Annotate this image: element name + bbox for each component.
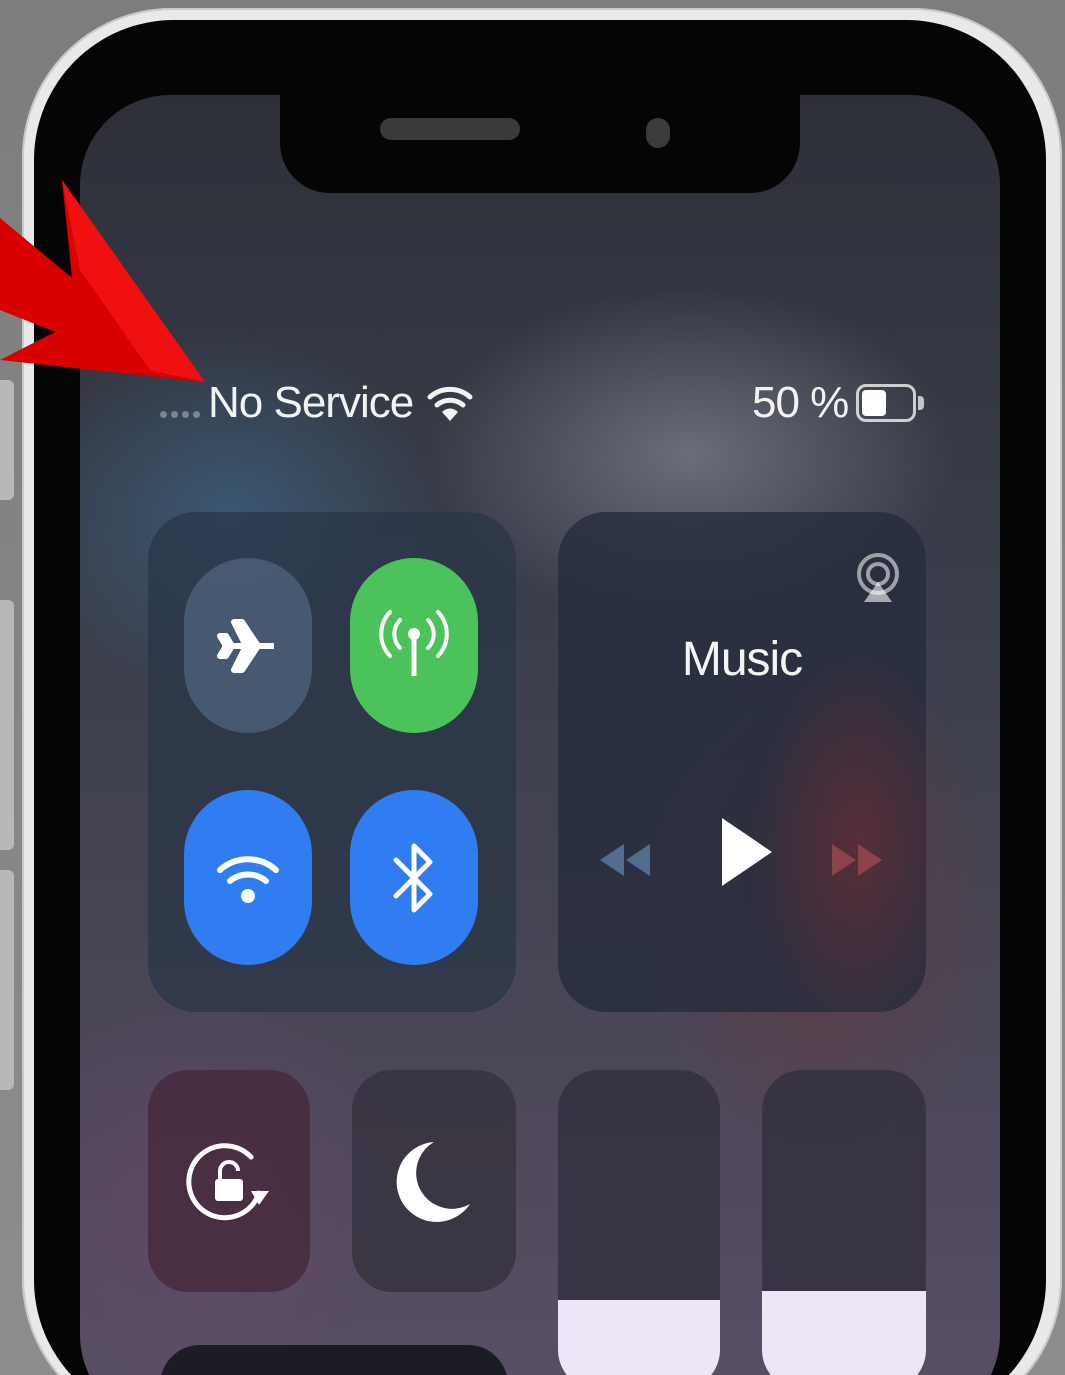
- front-camera: [646, 118, 670, 148]
- brightness-slider[interactable]: [558, 1070, 720, 1375]
- carrier-label: No Service: [208, 378, 414, 427]
- cellular-antenna-icon: [379, 609, 449, 676]
- connectivity-panel: [148, 512, 516, 1012]
- brightness-level: [558, 1300, 720, 1375]
- signal-strength-icon: [160, 389, 200, 418]
- battery-fill: [862, 390, 887, 416]
- status-bar-right: 50 %: [752, 378, 926, 428]
- fast-forward-icon[interactable]: [828, 830, 888, 890]
- wifi-icon: [217, 855, 279, 903]
- screenshot-stage: No Service 50 % Music: [0, 0, 1065, 1375]
- airplane-icon: [217, 618, 274, 673]
- airplay-audio-icon[interactable]: [856, 552, 900, 604]
- play-icon[interactable]: [716, 812, 776, 892]
- cellular-data-toggle[interactable]: [350, 558, 478, 733]
- do-not-disturb-tile[interactable]: [352, 1070, 516, 1292]
- bluetooth-icon: [393, 843, 433, 912]
- battery-percent: 50 %: [752, 378, 849, 427]
- rotation-lock-tile[interactable]: [148, 1070, 310, 1292]
- red-arrow-icon: [0, 180, 205, 382]
- side-button: [0, 870, 14, 1090]
- rotation-lock-icon: [186, 1143, 269, 1221]
- volume-slider[interactable]: [762, 1070, 926, 1375]
- wifi-toggle[interactable]: [184, 790, 312, 965]
- bluetooth-toggle[interactable]: [350, 790, 478, 965]
- side-button: [0, 380, 14, 500]
- battery-icon: [856, 384, 926, 422]
- earpiece-speaker: [380, 118, 520, 140]
- music-title: Music: [681, 633, 803, 686]
- screen-mirroring-tile[interactable]: [160, 1345, 508, 1375]
- moon-icon: [396, 1142, 470, 1222]
- side-button: [0, 600, 14, 850]
- airplane-mode-toggle[interactable]: [184, 558, 312, 733]
- wifi-icon: [427, 386, 473, 421]
- notch: [280, 95, 800, 193]
- rewind-icon[interactable]: [594, 830, 654, 890]
- music-panel[interactable]: Music: [558, 512, 926, 1012]
- volume-level: [762, 1290, 926, 1375]
